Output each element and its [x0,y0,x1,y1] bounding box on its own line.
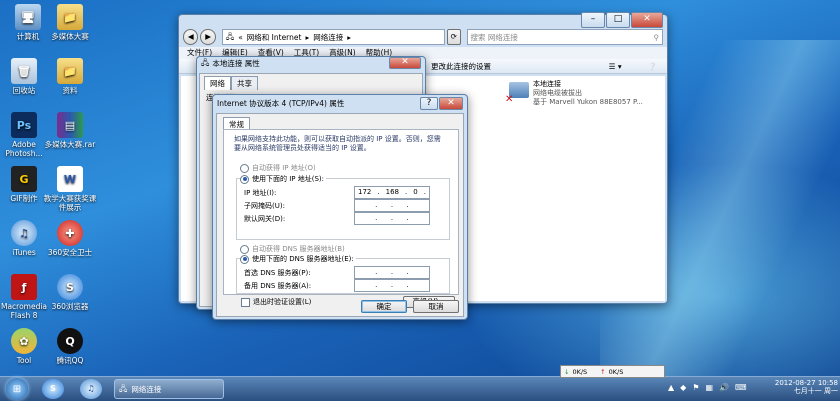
adapter-local-connection[interactable]: ✕ 本地连接 网络电缆被拔出 基于 Marvell Yukon 88E8057 … [505,80,659,110]
disconnected-icon: ✕ [505,94,514,105]
breadcrumb-network-internet[interactable]: 网络和 Internet [247,32,302,43]
ipv4-close-button[interactable]: ✕ [439,96,463,110]
computer-icon: 🖥 [15,4,41,30]
qq-icon: Q [57,328,83,354]
checkbox-box [241,297,250,307]
explorer-addressbar-row: ◀ ▶ 🖧 « 网络和 Internet ▸ 网络连接 ▸ ⟳ 搜索 网络连接 … [179,27,667,47]
tray-keyboard-icon[interactable]: ⌨ [735,383,747,392]
download-arrow-icon: ↓ [564,367,570,376]
default-gateway-input[interactable]: ... [354,212,430,225]
ipv4-body: 常规 如果网络支持此功能，则可以获取自动指派的 IP 设置。否则，您需要从网络系… [216,113,464,317]
address-bar[interactable]: 🖧 « 网络和 Internet ▸ 网络连接 ▸ [221,29,446,45]
cancel-button[interactable]: 取消 [413,300,459,313]
forward-button[interactable]: ▶ [200,29,216,45]
network-adapter-icon: ✕ [505,80,533,106]
start-button[interactable]: ⊞ [6,378,28,400]
search-icon: ⚲ [653,32,660,42]
ip-address-input[interactable]: 172 . 168 . 0 . [354,186,430,199]
alternate-dns-input[interactable]: ... [354,279,430,292]
maximize-button[interactable]: □ [606,12,630,28]
desktop-icon-360-browser[interactable]: S 360浏览器 [42,274,98,311]
folder-icon: 📁 [57,58,83,84]
back-button[interactable]: ◀ [183,29,199,45]
taskbar-network-connections-button[interactable]: 🖧 网络连接 [114,379,224,399]
breadcrumb-network-connections[interactable]: 网络连接 [313,32,343,43]
help-button[interactable]: ? [420,96,438,110]
upload-arrow-icon: ↑ [600,367,606,376]
desktop-icon-folder-contest[interactable]: 📁 多媒体大赛 [42,4,98,41]
tool-icon: ✿ [11,328,37,354]
flash-icon: ƒ [11,274,37,300]
tray-flag-icon[interactable]: ⚑ [692,383,699,392]
desktop-icon-rar[interactable]: ▤ 多媒体大赛.rar [42,112,98,149]
document-icon: W [57,166,83,192]
auto-dns-radio[interactable]: 自动获得 DNS 服务器地址(B) [240,244,345,254]
tray-volume-icon[interactable]: 🔊 [719,383,729,392]
ok-button[interactable]: 确定 [361,300,407,313]
taskbar-itunes-icon[interactable]: ♫ [80,379,102,399]
shield-icon: ✚ [57,220,83,246]
tray-expand-icon[interactable]: ▲ [668,383,674,392]
network-folder-icon: 🖧 [119,383,128,393]
properties-tabs: 网络 共享 [200,74,422,90]
desktop-icon-360-safe[interactable]: ✚ 360安全卫士 [42,220,98,257]
close-button[interactable]: ✕ [631,12,663,28]
network-adapter-small-icon: 🖧 [201,57,210,67]
network-speed-widget[interactable]: ↓ 0K/S ↑ 0K/S [560,365,665,378]
minimize-button[interactable]: – [581,12,605,28]
search-input[interactable]: 搜索 网络连接 ⚲ [466,29,663,45]
subnet-mask-input[interactable]: ... [354,199,430,212]
rar-icon: ▤ [57,112,83,138]
folder-icon: 📁 [57,4,83,30]
properties-close-button[interactable]: ✕ [389,57,421,69]
tab-network[interactable]: 网络 [204,76,231,90]
change-settings-command[interactable]: 更改此连接的设置 [431,61,491,72]
photoshop-icon: Ps [11,112,37,138]
explorer-titlebar: – □ ✕ [179,12,667,28]
ipv4-properties-dialog: Internet 协议版本 4 (TCP/IPv4) 属性 ? ✕ 常规 如果网… [212,94,468,320]
preferred-dns-input[interactable]: ... [354,266,430,279]
manual-ip-radio[interactable]: 使用下面的 IP 地址(S): [240,174,326,184]
description-text: 如果网络支持此功能，则可以获取自动指派的 IP 设置。否则，您需要从网络系统管理… [234,135,441,152]
browser-icon: S [57,274,83,300]
validate-on-exit-checkbox[interactable]: 退出时验证设置(L) [241,297,311,307]
tray-network-icon[interactable]: ▦ [705,383,713,392]
desktop-icon-document[interactable]: W 教学大赛获奖课件展示 [42,166,98,212]
gif-icon: G [11,166,37,192]
view-options-icon[interactable]: ☰ ▾ [609,62,622,71]
refresh-button[interactable]: ⟳ [447,29,461,45]
desktop-icon-qq[interactable]: Q 腾讯QQ [42,328,98,365]
itunes-icon: ♫ [11,220,37,246]
taskbar: ⊞ S ♫ 🖧 网络连接 ↓ 0K/S ↑ 0K/S ▲ ◆ ⚑ ▦ 🔊 ⌨ 201… [0,365,840,401]
desktop-icon-folder-data[interactable]: 📁 资料 [42,58,98,95]
taskbar-360-browser-icon[interactable]: S [42,379,64,399]
recycle-bin-icon: 🗑 [11,58,37,84]
auto-ip-radio[interactable]: 自动获得 IP 地址(O) [240,163,316,173]
ipv4-titlebar: Internet 协议版本 4 (TCP/IPv4) 属性 ? ✕ [213,95,467,111]
help-icon[interactable]: ❔ [648,62,657,71]
properties-titlebar: 🖧 本地连接 属性 ✕ [197,57,425,69]
network-folder-icon: 🖧 [225,31,235,41]
system-tray: ▲ ◆ ⚑ ▦ 🔊 ⌨ [668,383,747,392]
tray-app-icon[interactable]: ◆ [680,383,686,392]
manual-dns-radio[interactable]: 使用下面的 DNS 服务器地址(E): [240,254,356,264]
clock[interactable]: 2012-08-27 10:58 七月十一 周一 [760,379,838,395]
general-tab-panel: 如果网络支持此功能，则可以获取自动指派的 IP 设置。否则，您需要从网络系统管理… [223,129,459,295]
tab-sharing[interactable]: 共享 [231,76,258,90]
windows-logo-icon: ⊞ [12,383,22,395]
